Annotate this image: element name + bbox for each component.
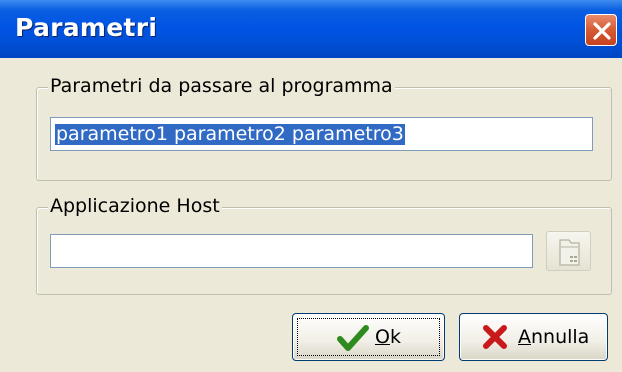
host-group-label: Applicazione Host [48, 195, 222, 217]
host-input[interactable] [50, 234, 533, 268]
ok-label: Ok [375, 326, 401, 348]
red-x-icon [483, 325, 507, 349]
folder-browse-icon [559, 239, 580, 266]
params-input-value: parametro1 parametro2 parametro3 [55, 123, 405, 145]
cancel-label-mnemonic: A [518, 326, 531, 348]
params-group-label: Parametri da passare al programma [48, 75, 395, 97]
cancel-button[interactable]: Annulla [459, 313, 608, 361]
ok-button[interactable]: Ok [292, 313, 445, 361]
close-button[interactable] [585, 14, 617, 46]
window-title: Parametri [15, 13, 158, 42]
ok-label-mnemonic: O [375, 326, 390, 348]
ok-label-rest: k [389, 326, 401, 348]
cancel-label-rest: nnulla [531, 326, 590, 348]
params-input[interactable]: parametro1 parametro2 parametro3 [50, 117, 593, 151]
cancel-label: Annulla [518, 326, 589, 348]
checkmark-icon [337, 325, 369, 351]
title-bar[interactable]: Parametri [0, 0, 622, 58]
close-icon [593, 22, 611, 40]
browse-button[interactable] [546, 231, 591, 271]
dialog-window: Parametri Parametri da passare al progra… [0, 0, 622, 372]
